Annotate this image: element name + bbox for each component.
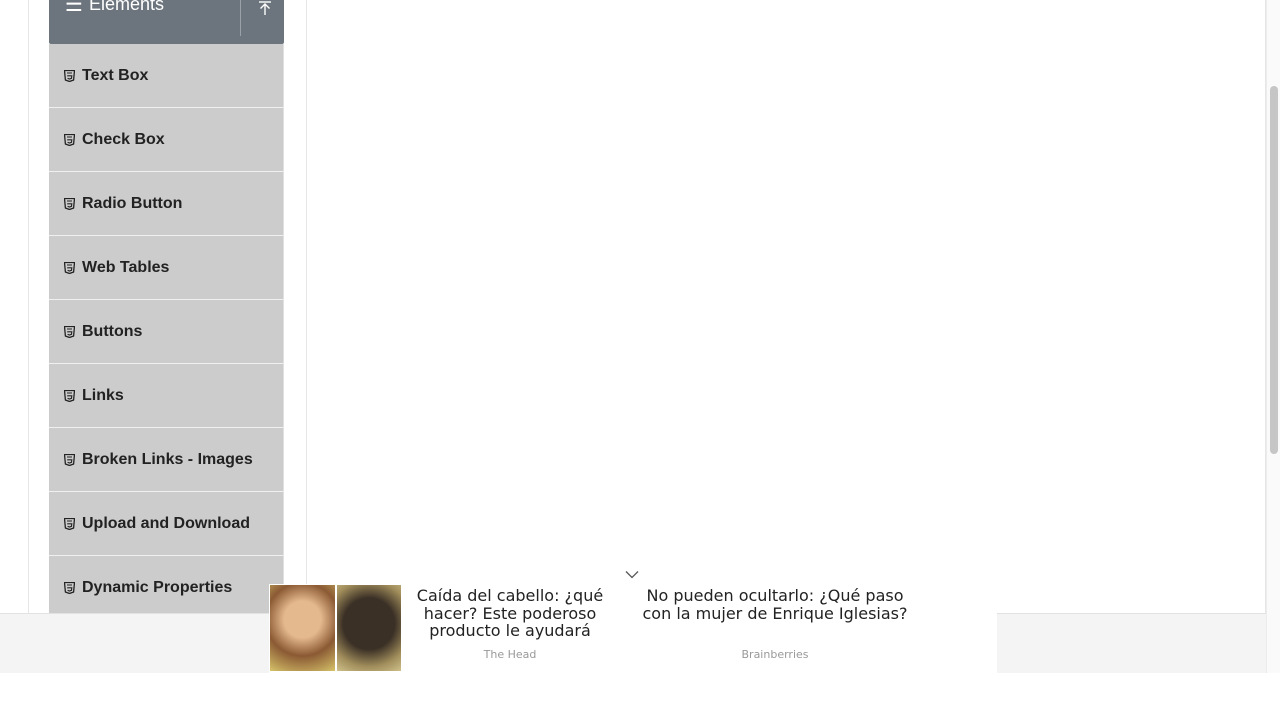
sidebar-item-links[interactable]: Links <box>49 364 284 428</box>
sidebar-item-text-box[interactable]: Text Box <box>49 44 284 108</box>
sidebar-item-label: Links <box>82 386 124 404</box>
sidebar-item-label: Web Tables <box>82 258 170 276</box>
html5-icon <box>64 261 75 274</box>
scroll-thumb[interactable] <box>1270 86 1278 454</box>
page: ☰ Elements Text Box Check Box Radio Butt… <box>0 0 1280 720</box>
menu-icon: ☰ <box>65 0 83 16</box>
sidebar-item-label: Radio Button <box>82 194 183 212</box>
elements-group-title[interactable]: ☰ Elements <box>65 0 164 15</box>
elements-group-header[interactable]: ☰ Elements <box>49 0 284 44</box>
collapse-group-button[interactable] <box>254 0 276 18</box>
content-left-border <box>306 0 307 613</box>
html5-icon <box>64 325 75 338</box>
ad-card[interactable]: Caída del cabello: ¿qué hacer? Este pode… <box>269 584 619 673</box>
ad-headline[interactable]: Caída del cabello: ¿qué hacer? Este pode… <box>409 587 611 640</box>
ad-source[interactable]: Brainberries <box>633 648 917 661</box>
ad-card[interactable]: No pueden ocultarlo: ¿Qué paso con la mu… <box>633 584 997 673</box>
collapse-up-icon <box>259 1 271 15</box>
ad-thumbnail-after <box>334 585 401 671</box>
chevron-down-icon <box>625 570 639 578</box>
html5-icon <box>64 69 75 82</box>
sidebar-item-dynamic-properties[interactable]: Dynamic Properties <box>49 556 284 620</box>
sidebar-item-radio-button[interactable]: Radio Button <box>49 172 284 236</box>
html5-icon <box>64 581 75 594</box>
ad-headline[interactable]: No pueden ocultarlo: ¿Qué paso con la mu… <box>633 587 917 622</box>
ad-collapse-button[interactable] <box>622 564 642 584</box>
sidebar-item-label: Text Box <box>82 66 149 84</box>
sidebar-item-check-box[interactable]: Check Box <box>49 108 284 172</box>
sidebar: ☰ Elements Text Box Check Box Radio Butt… <box>49 0 284 620</box>
elements-group-label: Elements <box>88 0 164 14</box>
sidebar-item-label: Check Box <box>82 130 165 148</box>
vertical-scrollbar[interactable] <box>1266 0 1280 673</box>
sidebar-item-upload-and-download[interactable]: Upload and Download <box>49 492 284 556</box>
sidebar-item-buttons[interactable]: Buttons <box>49 300 284 364</box>
ad-source[interactable]: The Head <box>409 648 611 661</box>
ad-thumbnail[interactable] <box>270 585 401 671</box>
header-divider <box>240 0 241 36</box>
sidebar-item-label: Upload and Download <box>82 514 250 532</box>
html5-icon <box>64 389 75 402</box>
sidebar-item-label: Dynamic Properties <box>82 578 233 596</box>
ad-thumbnail-before <box>270 585 335 671</box>
html5-icon <box>64 197 75 210</box>
left-gutter-divider <box>28 0 29 613</box>
html5-icon <box>64 133 75 146</box>
sidebar-item-broken-links-images[interactable]: Broken Links - Images <box>49 428 284 492</box>
sidebar-item-label: Buttons <box>82 322 143 340</box>
ad-banner: Caída del cabello: ¿qué hacer? Este pode… <box>269 584 997 673</box>
html5-icon <box>64 517 75 530</box>
html5-icon <box>64 453 75 466</box>
sidebar-item-web-tables[interactable]: Web Tables <box>49 236 284 300</box>
sidebar-item-label: Broken Links - Images <box>82 450 253 468</box>
